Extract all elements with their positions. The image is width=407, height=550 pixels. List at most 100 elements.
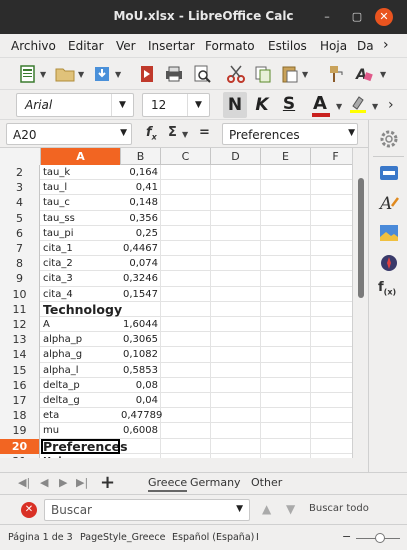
function-wizard-icon[interactable]: fx (146, 125, 157, 142)
cell-a[interactable]: tau_ss (41, 211, 120, 226)
chevron-down-icon[interactable]: ▼ (372, 102, 378, 111)
first-sheet-icon[interactable]: ◀| (18, 476, 30, 489)
active-cell[interactable]: Preferences (41, 438, 128, 454)
sum-icon[interactable]: Σ (168, 125, 177, 140)
menu-editar[interactable]: Editar (68, 39, 104, 53)
cell-b[interactable]: 0,41 (121, 180, 160, 195)
row-header[interactable]: 4 (0, 195, 40, 211)
select-all-corner[interactable] (0, 148, 41, 165)
cell-a[interactable]: tau_l (41, 180, 120, 195)
page-style[interactable]: PageStyle_Greece (80, 532, 165, 543)
row-header[interactable]: 18 (0, 408, 40, 424)
maximize-button[interactable]: ▢ (348, 8, 366, 26)
column-header-b[interactable]: B (121, 148, 161, 165)
cell-b[interactable]: 0,04 (121, 393, 160, 408)
cell-a[interactable]: alpha_l (41, 363, 120, 378)
chevron-down-icon[interactable]: ▼ (182, 130, 188, 139)
row-header[interactable]: 13 (0, 332, 40, 348)
cell-a[interactable]: A (41, 317, 120, 332)
row-header[interactable]: 19 (0, 423, 40, 439)
tab-other[interactable]: Other (251, 476, 282, 489)
chevron-down-icon[interactable]: ▼ (40, 70, 46, 79)
underline-button[interactable]: S (279, 92, 299, 118)
chevron-down-icon[interactable]: ▼ (120, 128, 127, 138)
column-header-f[interactable]: F (311, 148, 352, 165)
gear-icon[interactable] (378, 128, 400, 150)
vertical-scrollbar[interactable] (352, 148, 368, 458)
find-next-icon[interactable]: ▼ (286, 502, 295, 516)
styles-icon[interactable]: A (378, 192, 400, 214)
font-size-box[interactable]: 12 ▼ (142, 93, 210, 117)
chevron-down-icon[interactable]: ▼ (336, 102, 342, 111)
row-header[interactable]: 15 (0, 362, 40, 378)
row-header[interactable]: 20 (0, 438, 40, 454)
row-header[interactable]: 3 (0, 180, 40, 196)
row-header[interactable]: 5 (0, 210, 40, 226)
font-name-box[interactable]: Arial ▼ (16, 93, 134, 117)
clear-formatting-icon[interactable]: A (354, 64, 374, 84)
chevron-down-icon[interactable]: ▼ (348, 128, 355, 138)
add-sheet-icon[interactable]: + (100, 472, 115, 493)
cell-b[interactable]: 0,1547 (121, 287, 160, 302)
cell-b[interactable]: 0,08 (121, 378, 160, 393)
cell-a[interactable]: cita_2 (41, 256, 120, 271)
chevron-down-icon[interactable]: ▼ (302, 70, 308, 79)
cell-b[interactable]: 0,4467 (121, 241, 160, 256)
row-header[interactable]: 6 (0, 225, 40, 241)
close-find-icon[interactable]: ✕ (21, 502, 37, 518)
cell-b[interactable]: 1,6044 (121, 317, 160, 332)
menu-insertar[interactable]: Insertar (148, 39, 195, 53)
cell-a[interactable]: tau_k (41, 165, 120, 180)
cell-a[interactable]: tau_pi (41, 226, 120, 241)
cell-b[interactable] (121, 302, 160, 317)
chevron-down-icon[interactable]: ▼ (236, 504, 243, 514)
menu-archivo[interactable]: Archivo (11, 39, 56, 53)
functions-icon[interactable]: f(x) (378, 280, 396, 297)
cell-a[interactable]: alpha_g (41, 347, 120, 362)
open-folder-icon[interactable] (55, 64, 75, 84)
menu-formato[interactable]: Formato (205, 39, 255, 53)
cell-a[interactable]: tau_c (41, 195, 120, 210)
vertical-scroll-thumb[interactable] (358, 178, 364, 298)
row-header[interactable]: 17 (0, 393, 40, 409)
export-pdf-icon[interactable] (137, 64, 157, 84)
row-header[interactable]: 16 (0, 377, 40, 393)
zoom-out-icon[interactable]: − (342, 530, 351, 543)
menu-datos[interactable]: Da (357, 39, 374, 53)
menu-hoja[interactable]: Hoja (320, 39, 347, 53)
cell-b[interactable]: 0,5853 (121, 363, 160, 378)
print-icon[interactable] (164, 64, 184, 84)
horizontal-scrollbar[interactable] (0, 458, 368, 472)
cell-b[interactable]: 0,356 (121, 211, 160, 226)
find-all-button[interactable]: Buscar todo (309, 503, 369, 514)
row-header[interactable]: 14 (0, 347, 40, 363)
italic-button[interactable]: K (252, 92, 272, 118)
cell-a[interactable]: delta_p (41, 378, 120, 393)
insert-mode[interactable]: I (256, 532, 259, 543)
spreadsheet-grid[interactable]: A B C D E F 2 tau_k 0,164 3 tau_l 0,41 4 tau_c 0… (0, 148, 352, 458)
tab-germany[interactable]: Germany (190, 476, 241, 489)
menu-ver[interactable]: Ver (116, 39, 136, 53)
copy-icon[interactable] (253, 64, 273, 84)
font-color-button[interactable]: A (310, 92, 332, 118)
row-header[interactable]: 8 (0, 256, 40, 272)
column-header-e[interactable]: E (261, 148, 311, 165)
cell-b[interactable]: 0,3246 (121, 271, 160, 286)
toolbar-overflow-icon[interactable]: › (388, 97, 394, 113)
cell-a[interactable]: Technology (41, 302, 122, 317)
save-icon[interactable] (92, 64, 112, 84)
row-header[interactable]: 10 (0, 286, 40, 302)
cell-b[interactable]: 0,1082 (121, 347, 160, 362)
gallery-icon[interactable] (378, 222, 400, 244)
formula-input[interactable]: Preferences ▼ (222, 123, 358, 145)
column-header-a[interactable]: A (41, 148, 121, 165)
cell-a[interactable]: cita_1 (41, 241, 120, 256)
navigator-icon[interactable] (378, 252, 400, 274)
row-header[interactable]: 9 (0, 271, 40, 287)
new-document-icon[interactable] (18, 64, 38, 84)
cell-a[interactable]: mu (41, 423, 120, 438)
chevron-down-icon[interactable]: ▼ (380, 70, 386, 79)
cell-a[interactable]: cita_4 (41, 287, 120, 302)
cell-b[interactable]: 0,164 (121, 165, 160, 180)
cell-a[interactable]: delta_g (41, 393, 120, 408)
